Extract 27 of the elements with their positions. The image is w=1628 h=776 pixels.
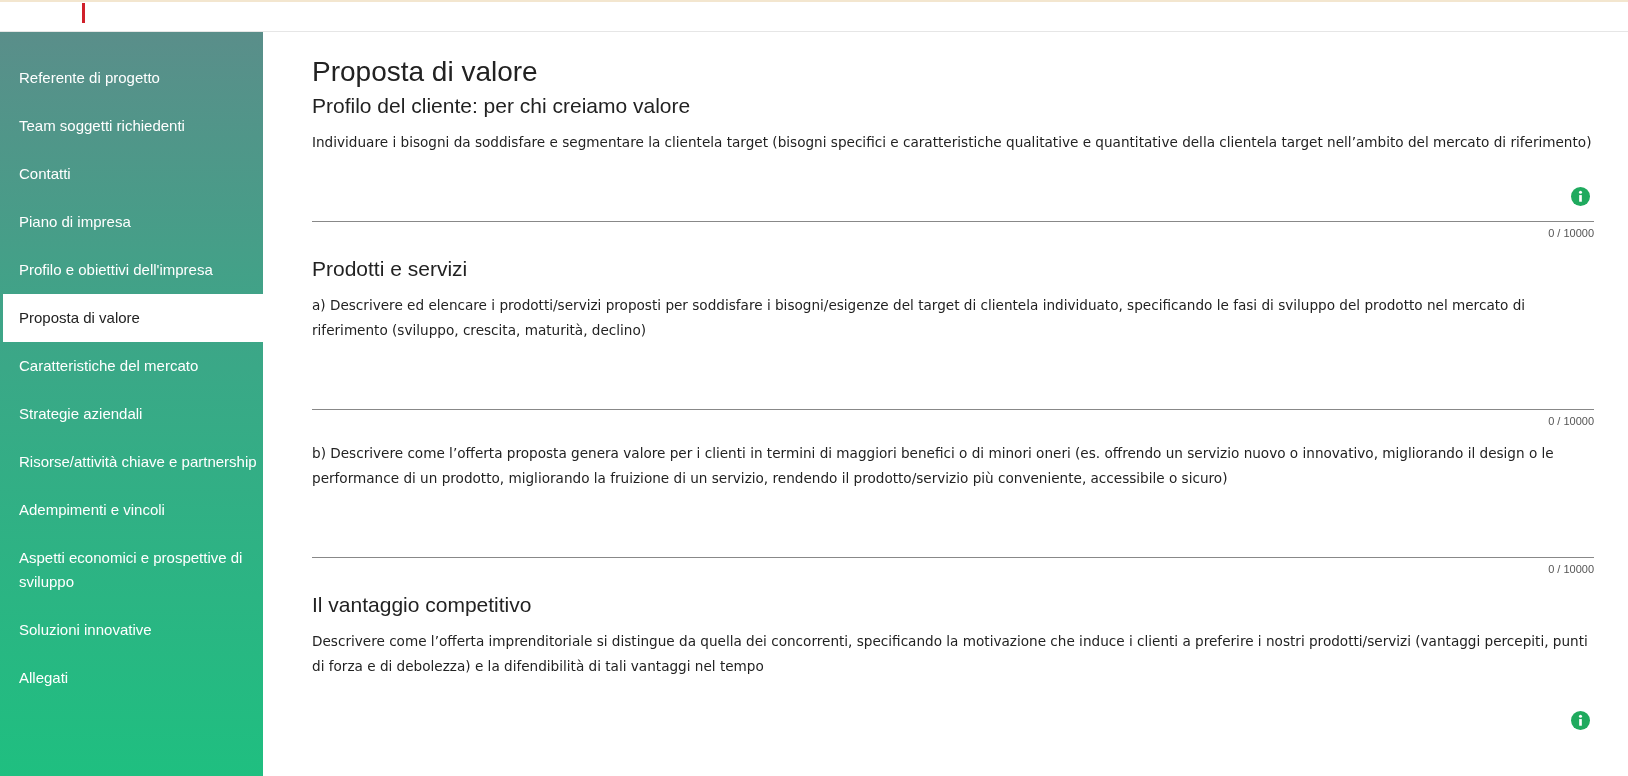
field-description: a) Descrivere ed elencare i prodotti/servizi proposti per soddisfare i bisogni/esigenze del target di clientela individuato, specificando le fasi di sviluppo del prodotto nel mercato di riferimento (sviluppo, crescita, maturità, declino) [312, 296, 1527, 340]
sidebar-item[interactable]: Strategie aziendali [3, 390, 263, 438]
character-counter: 0 / 10000 [1547, 227, 1594, 239]
field-description: Individuare i bisogni da soddisfare e segmentare la clientela target (bisogni specifici e caratteristiche qualitative e quantitative della clientela target nell’ambito del mercato di riferimento) [312, 133, 1593, 152]
sidebar-item[interactable]: Aspetti economici e prospettive di sviluppo [3, 534, 263, 606]
sidebar-item[interactable]: Risorse/attività chiave e partnership [3, 438, 263, 486]
character-counter: 0 / 10000 [1547, 563, 1594, 575]
section-title: Il vantaggio competitivo [312, 593, 533, 617]
info-icon[interactable] [1571, 711, 1590, 730]
section-title: Profilo del cliente: per chi creiamo valore [312, 94, 692, 118]
sidebar-item[interactable]: Allegati [3, 654, 263, 702]
info-icon[interactable] [1571, 187, 1590, 206]
sidebar-item[interactable]: Referente di progetto [3, 54, 263, 102]
sidebar-item[interactable]: Proposta di valore [3, 294, 263, 342]
sidebar-item[interactable]: Adempimenti e vincoli [3, 486, 263, 534]
section-title: Prodotti e servizi [312, 257, 469, 281]
field-description: Descrivere come l’offerta imprenditoriale si distingue da quella dei concorrenti, specificando la motivazione che induce i clienti a preferire i nostri prodotti/servizi (vantaggi percepiti, punti di forza e di debolezza) e la difendibilità di tali vantaggi nel tempo [312, 632, 1589, 676]
sidebar-item[interactable]: Team soggetti richiedenti [3, 102, 263, 150]
field-description: b) Descrivere come l’offerta proposta genera valore per i clienti in termini di maggiori benefici o di minori oneri (es. offrendo un servizio nuovo o innovativo, migliorando il design o le performance di un prodotto, migliorando la fruizione di un servizio, rendendo il prodotto/servizio più conveniente, accessibile o sicuro) [312, 444, 1555, 488]
page-title: Proposta di valore [312, 56, 539, 88]
character-counter: 0 / 10000 [1547, 415, 1594, 427]
cursor-mark [82, 3, 85, 23]
sidebar-item[interactable]: Profilo e obiettivi dell'impresa [3, 246, 263, 294]
sidebar-item[interactable]: Soluzioni innovative [3, 606, 263, 654]
sidebar-item[interactable]: Caratteristiche del mercato [3, 342, 263, 390]
sidebar-item[interactable]: Piano di impresa [3, 198, 263, 246]
sidebar-item[interactable]: Contatti [3, 150, 263, 198]
